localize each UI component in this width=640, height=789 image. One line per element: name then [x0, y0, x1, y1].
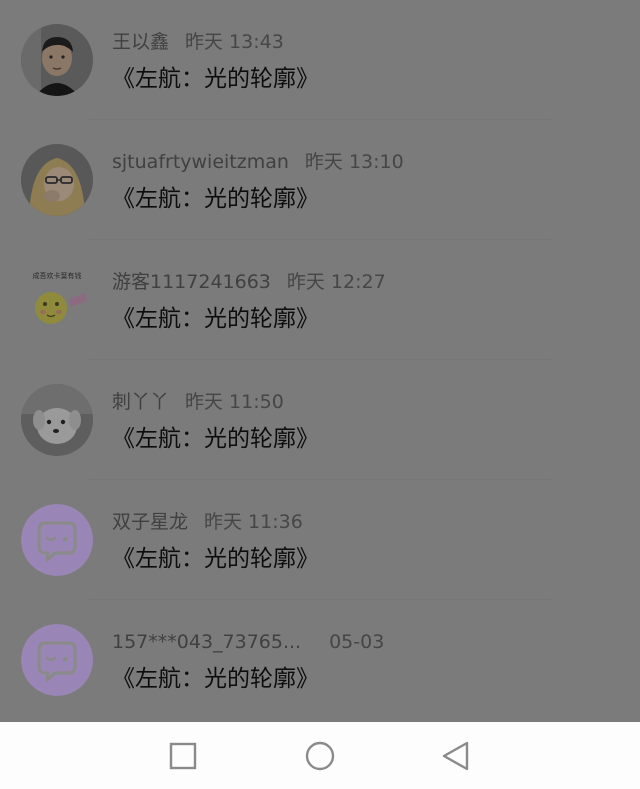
- timestamp: 昨天 13:10: [304, 151, 404, 173]
- comment-row[interactable]: 刺丫丫 昨天 11:50 《左航：光的轮廓》: [0, 360, 640, 480]
- comment-row[interactable]: 157***043_73765... 05-03 《左航：光的轮廓》: [0, 600, 640, 720]
- comment-text: 《左航：光的轮廓》: [112, 426, 319, 452]
- screen: 王以鑫 昨天 13:43 《左航：光的轮廓》 sjtuafrtywieitzman: [0, 0, 640, 789]
- avatar[interactable]: [21, 144, 93, 216]
- timestamp: 昨天 11:36: [204, 511, 303, 533]
- comment-meta: 刺丫丫 昨天 11:50: [112, 388, 284, 416]
- recent-apps-button[interactable]: [163, 736, 203, 776]
- comment-row[interactable]: 双子星龙 昨天 11:36 《左航：光的轮廓》: [0, 480, 640, 600]
- comment-text: 《左航：光的轮廓》: [112, 666, 319, 692]
- square-icon: [169, 742, 197, 770]
- comment-meta: 双子星龙 昨天 11:36: [112, 508, 303, 536]
- avatar[interactable]: 成吾欢卡葉有钱: [21, 264, 93, 336]
- system-navigation-bar: [0, 722, 640, 789]
- comment-meta: 游客1117241663 昨天 12:27: [112, 268, 386, 296]
- timestamp: 昨天 13:43: [185, 31, 284, 53]
- circle-icon: [305, 741, 335, 771]
- triangle-back-icon: [442, 741, 469, 771]
- timestamp: 05-03: [329, 631, 385, 653]
- comment-meta: sjtuafrtywieitzman 昨天 13:10: [112, 148, 404, 176]
- comment-row[interactable]: sjtuafrtywieitzman 昨天 13:10 《左航：光的轮廓》: [0, 120, 640, 240]
- comment-text: 《左航：光的轮廓》: [112, 546, 319, 572]
- timestamp: 昨天 12:27: [286, 271, 386, 293]
- avatar[interactable]: [21, 384, 93, 456]
- username[interactable]: 游客1117241663: [112, 271, 271, 293]
- username[interactable]: 刺丫丫: [112, 391, 169, 413]
- comment-text: 《左航：光的轮廓》: [112, 66, 319, 92]
- back-button[interactable]: [437, 736, 477, 776]
- home-button[interactable]: [300, 736, 340, 776]
- username[interactable]: 157***043_73765...: [112, 631, 301, 653]
- comment-meta: 王以鑫 昨天 13:43: [112, 28, 284, 56]
- avatar[interactable]: [21, 24, 93, 96]
- avatar[interactable]: [21, 624, 93, 696]
- username[interactable]: 王以鑫: [112, 31, 169, 53]
- comment-row[interactable]: 王以鑫 昨天 13:43 《左航：光的轮廓》: [0, 0, 640, 120]
- comment-text: 《左航：光的轮廓》: [112, 186, 319, 212]
- username[interactable]: sjtuafrtywieitzman: [112, 151, 289, 173]
- comment-list[interactable]: 王以鑫 昨天 13:43 《左航：光的轮廓》 sjtuafrtywieitzman: [0, 0, 640, 722]
- comment-meta: 157***043_73765... 05-03: [112, 628, 384, 656]
- comment-text: 《左航：光的轮廓》: [112, 306, 319, 332]
- timestamp: 昨天 11:50: [185, 391, 284, 413]
- username[interactable]: 双子星龙: [112, 511, 188, 533]
- comment-row[interactable]: 成吾欢卡葉有钱 游客1117241663 昨天 12:27 《左航：光的轮廓》: [0, 240, 640, 360]
- avatar-caption: 成吾欢卡葉有钱: [33, 271, 82, 280]
- avatar[interactable]: [21, 504, 93, 576]
